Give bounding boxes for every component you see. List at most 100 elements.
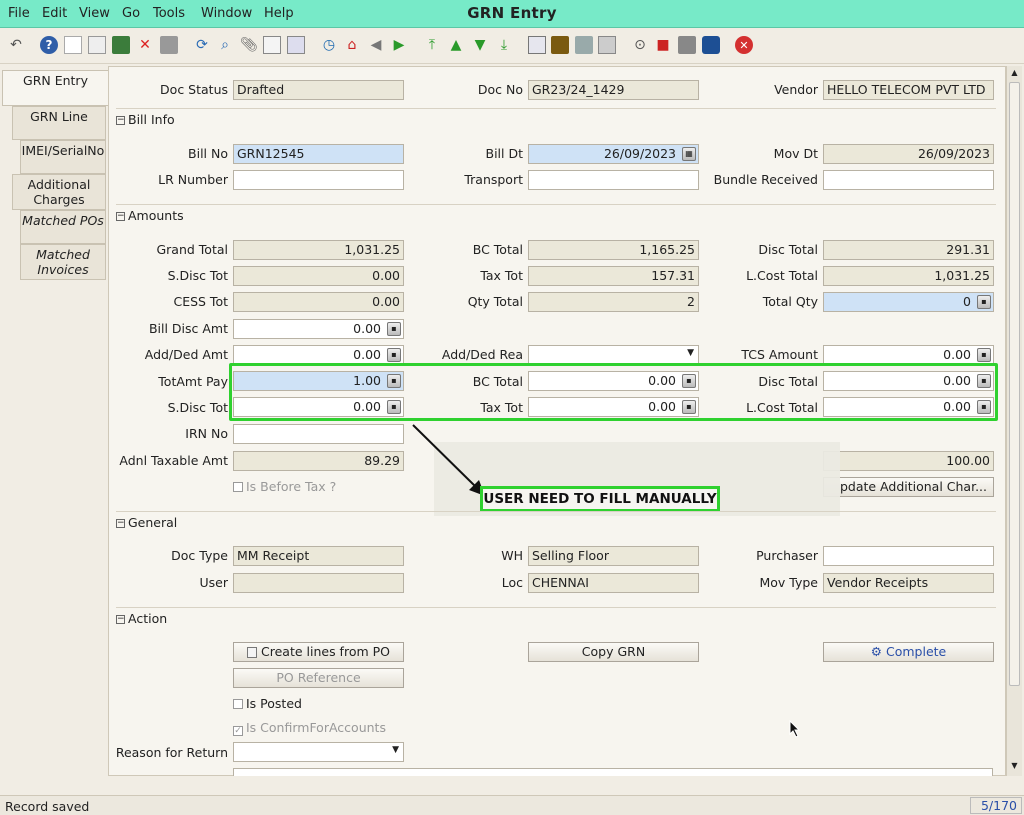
tcs-amount-field[interactable]: 0.00 ▪ [823,345,994,365]
print-icon[interactable] [575,36,593,54]
last-record-icon[interactable]: ⤓ [495,36,513,54]
section-amounts[interactable]: − Amounts [116,204,996,223]
lr-number-field[interactable] [233,170,404,190]
tax-tot-field[interactable]: 157.31 [528,266,699,286]
scroll-up-icon[interactable]: ▲ [1009,68,1020,78]
po-reference-button[interactable]: PO Reference [233,668,404,688]
close-icon[interactable]: ✕ [735,36,753,54]
undo-icon[interactable]: ↶ [7,36,25,54]
tab-additional-charges[interactable]: Additional Charges [12,174,106,210]
tab-grn-entry[interactable]: GRN Entry [2,70,108,106]
additional-amount-field[interactable]: 100.00 [823,451,994,471]
attach-icon[interactable]: 📎︎ [240,36,258,54]
adnl-taxable-amt-label: Adnl Taxable Amt [119,453,228,468]
chevron-down-icon[interactable]: ▼ [687,348,694,358]
disc-total-field[interactable]: 291.31 [823,240,994,260]
copy-icon[interactable] [88,36,106,54]
status-bar: Record saved 5/170 [0,795,1024,815]
grid-toggle-icon[interactable] [287,36,305,54]
user-field[interactable] [233,573,404,593]
next-icon[interactable]: ▶ [390,36,408,54]
doc-type-field[interactable]: MM Receipt [233,546,404,566]
sdisc-tot-2-label: S.Disc Tot [167,400,228,415]
section-general[interactable]: − General [116,511,996,530]
add-ded-amt-field[interactable]: 0.00 ▪ [233,345,404,365]
first-record-icon[interactable]: ⤒ [423,36,441,54]
bill-no-field[interactable]: GRN12545 [233,144,404,164]
create-lines-from-po-button[interactable]: Create lines from PO [233,642,404,662]
grand-total-field[interactable]: 1,031.25 [233,240,404,260]
tab-grn-line[interactable]: GRN Line [12,106,106,140]
lcost-total-field[interactable]: 1,031.25 [823,266,994,286]
bill-dt-field[interactable]: 26/09/2023 ▦ [528,144,699,164]
calculator-icon[interactable]: ▪ [387,348,401,362]
reason-for-return-select[interactable]: ▼ [233,742,404,762]
text-area-partial[interactable] [233,768,993,776]
calculator-icon[interactable]: ▪ [977,348,991,362]
help-icon[interactable]: ? [40,36,58,54]
vendor-field[interactable]: HELLO TELECOM PVT LTD [823,80,994,100]
previous-icon[interactable]: ◀ [367,36,385,54]
bundle-received-field[interactable] [823,170,994,190]
loc-field[interactable]: CHENNAI [528,573,699,593]
adnl-taxable-amt-field[interactable]: 89.29 [233,451,404,471]
bc-total-field[interactable]: 1,165.25 [528,240,699,260]
refresh-icon[interactable]: ⟳ [193,36,211,54]
history-icon[interactable]: ◷ [320,36,338,54]
doc-status-field[interactable]: Drafted [233,80,404,100]
section-action[interactable]: − Action [116,607,996,626]
delete-icon[interactable]: ✕ [136,36,154,54]
archive-icon[interactable] [551,36,569,54]
mov-type-field[interactable]: Vendor Receipts [823,573,994,593]
section-bill-info[interactable]: − Bill Info [116,108,996,127]
calculator-icon[interactable]: ▪ [387,322,401,336]
scroll-down-icon[interactable]: ▼ [1009,761,1020,771]
calculator-icon[interactable]: ▪ [977,295,991,309]
report-icon[interactable] [528,36,546,54]
new-icon[interactable] [64,36,82,54]
is-posted-label: Is Posted [246,696,302,711]
vertical-scrollbar[interactable]: ▲ ▼ [1006,66,1022,776]
total-qty-label: Total Qty [762,294,818,309]
tab-imei-serialno[interactable]: IMEI/SerialNo [20,140,106,174]
doc-no-field[interactable]: GR23/24_1429 [528,80,699,100]
purchaser-field[interactable] [823,546,994,566]
toolbar: ↶ ? ✕ ⟳ ⌕ 📎︎ ◷ ⌂ ◀ ▶ ⤒ ▲ ▼ ⤓ ⊙ ■ ✕ [0,28,1024,64]
record-counter[interactable]: 5/170 [970,797,1022,814]
request-blue-icon[interactable] [702,36,720,54]
workflow-icon[interactable]: ⊙ [631,36,649,54]
detail-icon[interactable]: ▼ [471,36,489,54]
chevron-down-icon[interactable]: ▼ [392,745,399,755]
tab-matched-invoices[interactable]: Matched Invoices [20,244,106,280]
copy-grn-button[interactable]: Copy GRN [528,642,699,662]
home-icon[interactable]: ⌂ [343,36,361,54]
irn-no-field[interactable] [233,424,404,444]
zoom-icon[interactable] [598,36,616,54]
transport-field[interactable] [528,170,699,190]
request-icon[interactable] [678,36,696,54]
qty-total-field[interactable]: 2 [528,292,699,312]
tab-matched-pos[interactable]: Matched POs [20,210,106,244]
cess-tot-field[interactable]: 0.00 [233,292,404,312]
chat-icon[interactable] [263,36,281,54]
total-qty-field[interactable]: 0 ▪ [823,292,994,312]
find-icon[interactable]: ⌕ [216,36,234,54]
is-before-tax-checkbox[interactable]: Is Before Tax ? [233,479,336,494]
is-confirm-for-accounts-checkbox[interactable]: ✓ Is ConfirmForAccounts [233,720,386,736]
calendar-icon[interactable]: ▦ [682,147,696,161]
add-ded-rea-select[interactable]: ▼ [528,345,699,365]
sdisc-tot-field[interactable]: 0.00 [233,266,404,286]
complete-button[interactable]: ⚙ Complete [823,642,994,662]
wh-field[interactable]: Selling Floor [528,546,699,566]
update-additional-charges-button[interactable]: pdate Additional Char... [823,477,994,497]
parent-icon[interactable]: ▲ [447,36,465,54]
is-posted-checkbox[interactable]: Is Posted [233,696,302,711]
mov-dt-field[interactable]: 26/09/2023 [823,144,994,164]
complete-label: Complete [885,644,947,659]
product-icon[interactable]: ■ [654,36,672,54]
save-icon[interactable] [112,36,130,54]
print-preview-icon[interactable] [160,36,178,54]
scroll-thumb[interactable] [1009,82,1020,686]
bill-dt-label: Bill Dt [485,146,524,161]
bill-disc-amt-field[interactable]: 0.00 ▪ [233,319,404,339]
